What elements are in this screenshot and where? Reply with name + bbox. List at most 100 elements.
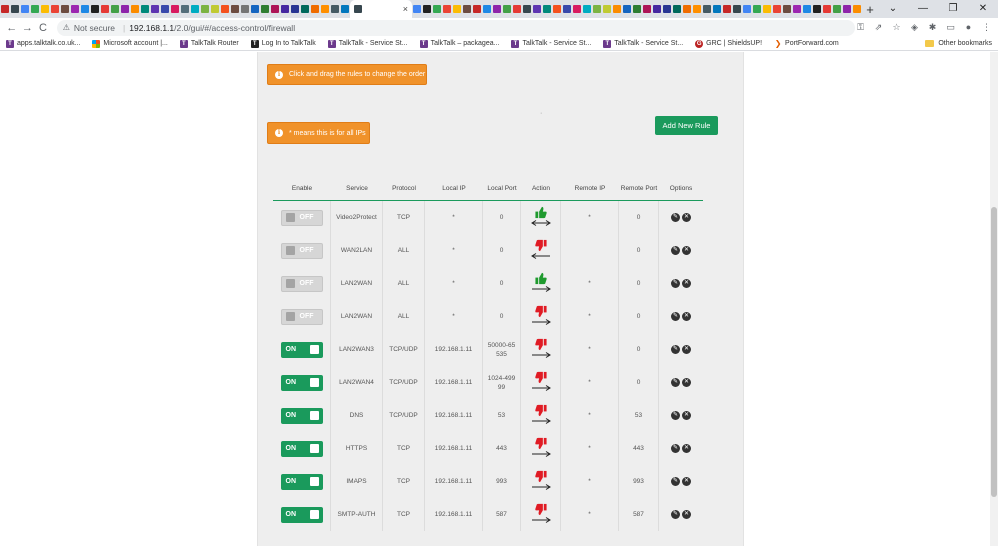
browser-tab[interactable]: [792, 0, 802, 18]
browser-tab[interactable]: [832, 0, 842, 18]
browser-tab[interactable]: [542, 0, 552, 18]
browser-tab[interactable]: [260, 0, 270, 18]
browser-tab[interactable]: [582, 0, 592, 18]
browser-tab[interactable]: [422, 0, 432, 18]
browser-tab[interactable]: [230, 0, 240, 18]
delete-icon[interactable]: ✕: [682, 213, 691, 222]
browser-tab[interactable]: [40, 0, 50, 18]
edit-icon[interactable]: ✎: [671, 213, 680, 222]
browser-tab[interactable]: [200, 0, 210, 18]
browser-tab[interactable]: [772, 0, 782, 18]
browser-tab[interactable]: [842, 0, 852, 18]
browser-tab[interactable]: [442, 0, 452, 18]
table-row[interactable]: ON HTTPS TCP 192.168.1.11 443 * 443 ✎ ✕: [273, 432, 703, 465]
browser-tab[interactable]: [702, 0, 712, 18]
edit-icon[interactable]: ✎: [671, 477, 680, 486]
browser-tab[interactable]: [762, 0, 772, 18]
browser-tab[interactable]: [140, 0, 150, 18]
url-host[interactable]: 192.168.1.1: [129, 23, 174, 33]
browser-tab[interactable]: [612, 0, 622, 18]
enable-toggle[interactable]: ON: [280, 440, 323, 457]
browser-tab-active[interactable]: ×: [350, 0, 412, 18]
browser-tab[interactable]: [170, 0, 180, 18]
edit-icon[interactable]: ✎: [671, 378, 680, 387]
delete-icon[interactable]: ✕: [682, 444, 691, 453]
maximize-button[interactable]: ❐: [938, 0, 968, 18]
edit-icon[interactable]: ✎: [671, 444, 680, 453]
enable-toggle[interactable]: OFF: [280, 242, 323, 259]
delete-icon[interactable]: ✕: [682, 510, 691, 519]
delete-icon[interactable]: ✕: [682, 378, 691, 387]
table-row[interactable]: OFF Video2Protect TCP * 0 * 0 ✎ ✕: [273, 201, 703, 234]
delete-icon[interactable]: ✕: [682, 345, 691, 354]
table-row[interactable]: ON DNS TCP/UDP 192.168.1.11 53 * 53 ✎ ✕: [273, 399, 703, 432]
new-tab-button[interactable]: +: [862, 2, 878, 17]
bookmark-item[interactable]: T Log In to TalkTalk: [250, 39, 316, 48]
forward-button[interactable]: →: [20, 22, 36, 34]
enable-toggle[interactable]: OFF: [280, 209, 323, 226]
browser-tab[interactable]: [642, 0, 652, 18]
browser-tab[interactable]: [0, 0, 10, 18]
browser-tab[interactable]: [732, 0, 742, 18]
table-row[interactable]: OFF LAN2WAN ALL * 0 * 0 ✎ ✕: [273, 300, 703, 333]
edit-icon[interactable]: ✎: [671, 246, 680, 255]
edit-icon[interactable]: ✎: [671, 312, 680, 321]
delete-icon[interactable]: ✕: [682, 312, 691, 321]
enable-toggle[interactable]: OFF: [280, 275, 323, 292]
browser-tab[interactable]: [592, 0, 602, 18]
reload-button[interactable]: C: [35, 22, 51, 34]
browser-tab[interactable]: [80, 0, 90, 18]
browser-tab[interactable]: [492, 0, 502, 18]
browser-tab[interactable]: [432, 0, 442, 18]
browser-tab[interactable]: [150, 0, 160, 18]
browser-tab[interactable]: [330, 0, 340, 18]
enable-toggle[interactable]: OFF: [280, 308, 323, 325]
browser-tab[interactable]: [462, 0, 472, 18]
close-window-button[interactable]: ✕: [968, 0, 998, 18]
browser-tab[interactable]: [472, 0, 482, 18]
security-status[interactable]: Not secure: [74, 23, 115, 33]
browser-tab[interactable]: [502, 0, 512, 18]
browser-tab[interactable]: [210, 0, 220, 18]
bookmark-item[interactable]: T TalkTalk - Service St...: [327, 39, 408, 48]
browser-tab[interactable]: [482, 0, 492, 18]
browser-tab[interactable]: [300, 0, 310, 18]
browser-tab[interactable]: [572, 0, 582, 18]
enable-toggle[interactable]: ON: [280, 407, 323, 424]
shield-extension-icon[interactable]: ◈: [909, 22, 920, 33]
browser-tab[interactable]: [340, 0, 350, 18]
menu-icon[interactable]: ⋮: [981, 22, 992, 33]
browser-tab[interactable]: [412, 0, 422, 18]
browser-tab[interactable]: [130, 0, 140, 18]
table-row[interactable]: OFF LAN2WAN ALL * 0 * 0 ✎ ✕: [273, 267, 703, 300]
browser-tab[interactable]: [852, 0, 862, 18]
enable-toggle[interactable]: ON: [280, 374, 323, 391]
delete-icon[interactable]: ✕: [682, 411, 691, 420]
browser-tab[interactable]: [802, 0, 812, 18]
browser-tab[interactable]: [602, 0, 612, 18]
add-new-rule-button[interactable]: Add New Rule: [655, 116, 718, 135]
side-panel-icon[interactable]: ▭: [945, 22, 956, 33]
browser-tab[interactable]: [60, 0, 70, 18]
bookmark-item[interactable]: T TalkTalk - Service St...: [603, 39, 683, 48]
page-scrollbar[interactable]: [990, 52, 998, 546]
browser-tab[interactable]: [562, 0, 572, 18]
browser-tab[interactable]: [280, 0, 290, 18]
url-path[interactable]: /2.0/gui/#/access-control/firewall: [174, 23, 295, 33]
browser-tab[interactable]: [752, 0, 762, 18]
delete-icon[interactable]: ✕: [682, 477, 691, 486]
enable-toggle[interactable]: ON: [280, 341, 323, 358]
browser-tab[interactable]: [512, 0, 522, 18]
browser-tab[interactable]: [160, 0, 170, 18]
browser-tab[interactable]: [782, 0, 792, 18]
browser-tab[interactable]: [682, 0, 692, 18]
browser-tab[interactable]: [30, 0, 40, 18]
browser-tab[interactable]: [532, 0, 542, 18]
close-tab-icon[interactable]: ×: [403, 4, 408, 14]
minimize-button[interactable]: —: [908, 0, 938, 18]
browser-tab[interactable]: [240, 0, 250, 18]
share-icon[interactable]: ⇗: [873, 22, 884, 33]
browser-tab[interactable]: [662, 0, 672, 18]
browser-tab[interactable]: [100, 0, 110, 18]
browser-tab[interactable]: [692, 0, 702, 18]
